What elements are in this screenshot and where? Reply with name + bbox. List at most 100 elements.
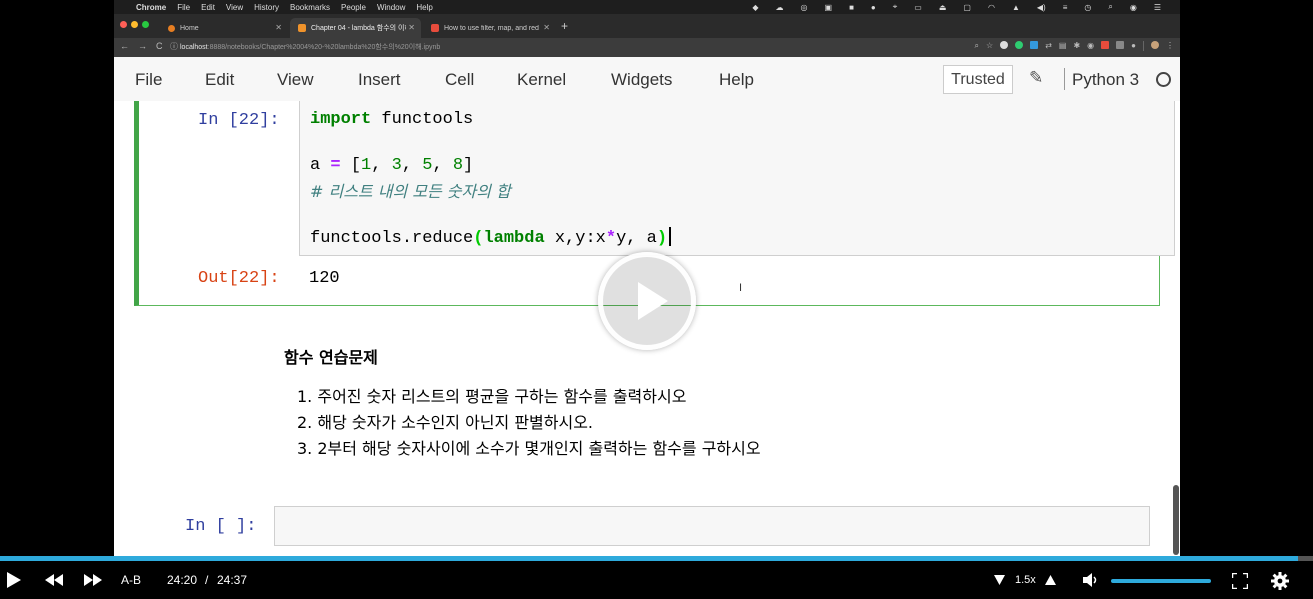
clipboard-icon[interactable]: ▣	[825, 3, 833, 12]
number: 1	[361, 156, 372, 175]
menubar-item-window[interactable]: Window	[377, 3, 405, 12]
url-host: localhost	[180, 44, 208, 51]
menu-widgets[interactable]: Widgets	[611, 70, 672, 90]
maximize-window-icon[interactable]	[142, 21, 149, 28]
extension-icon[interactable]	[1015, 41, 1024, 49]
trusted-button[interactable]: Trusted	[943, 65, 1013, 94]
notification-icon[interactable]: ☰	[1154, 3, 1161, 12]
caret-up-icon[interactable]	[1045, 575, 1056, 585]
tab-home[interactable]: Home ✕	[160, 18, 288, 38]
volume-icon[interactable]	[1083, 573, 1099, 587]
pencil-icon[interactable]: ✎	[1029, 68, 1043, 88]
bookmark-star-icon[interactable]: ☆	[986, 41, 993, 51]
caret-down-icon[interactable]	[994, 575, 1005, 585]
extension-icon[interactable]	[1030, 41, 1039, 49]
sync-icon[interactable]: ◎	[801, 3, 808, 12]
app-icon[interactable]: ■	[849, 3, 854, 12]
display-icon[interactable]: ▢	[963, 3, 971, 12]
function-call: functools.reduce	[310, 229, 474, 248]
status-icons: ◆ ☁ ◎ ▣ ■ ● ⌖ ▭ ⏏ ▢ ◠ ▲ ◀) ≡ ◷ ⌕ ◉ ☰	[752, 0, 1172, 14]
rewind-icon[interactable]	[45, 574, 63, 586]
tab-title: Home	[180, 24, 199, 32]
menu-kernel[interactable]: Kernel	[517, 70, 566, 90]
list-item: 1. 주어진 숫자 리스트의 평균을 구하는 함수를 출력하시오	[297, 387, 687, 406]
close-window-icon[interactable]	[120, 21, 127, 28]
close-icon[interactable]: ✕	[275, 23, 282, 32]
module-name: functools	[371, 110, 474, 129]
extension-icon[interactable]: ✱	[1073, 41, 1080, 51]
user-icon[interactable]: ◉	[1130, 3, 1137, 12]
profile-avatar-icon[interactable]	[1151, 41, 1159, 49]
menubar-item-people[interactable]: People	[341, 3, 366, 12]
dropbox-icon[interactable]: ◆	[752, 3, 758, 12]
video-controls: A-B 24:20 / 24:37 1.5x	[0, 561, 1313, 599]
play-icon[interactable]	[6, 571, 22, 589]
menu-cell[interactable]: Cell	[445, 70, 474, 90]
code-editor[interactable]: import functools a = [1, 3, 5, 8] # 리스트 …	[299, 101, 1175, 256]
reload-icon[interactable]: C	[156, 41, 163, 51]
menu-help[interactable]: Help	[719, 70, 754, 90]
airplay-icon[interactable]: ▲	[1012, 3, 1020, 12]
spotlight-icon[interactable]: ⌕	[1108, 2, 1112, 12]
fast-forward-icon[interactable]	[84, 574, 102, 586]
cloud-icon[interactable]: ☁	[776, 3, 784, 12]
markdown-heading: 함수 연습문제	[284, 348, 378, 367]
menu-file[interactable]: File	[135, 70, 162, 90]
volume-icon[interactable]: ◀)	[1037, 3, 1046, 12]
menu-view[interactable]: View	[277, 70, 314, 90]
bluetooth-icon[interactable]: ⌖	[893, 2, 898, 12]
extension-icon[interactable]	[1101, 41, 1110, 49]
keyword-import: import	[310, 110, 372, 129]
play-overlay-button[interactable]	[598, 252, 696, 350]
back-icon[interactable]: ←	[120, 41, 129, 51]
menubar-item-edit[interactable]: Edit	[201, 3, 215, 12]
tab-filter-map-reduce[interactable]: How to use filter, map, and red ✕	[423, 18, 556, 38]
tab-title: Chapter 04 - lambda 함수의 이해	[311, 25, 406, 32]
menubar-item-history[interactable]: History	[254, 3, 279, 12]
extension-icon[interactable]: ⇄	[1045, 41, 1052, 51]
menu-edit[interactable]: Edit	[205, 70, 234, 90]
menubar-item-help[interactable]: Help	[416, 3, 432, 12]
menubar-item-chrome[interactable]: Chrome	[136, 3, 166, 12]
zoom-icon[interactable]: ⌕	[975, 41, 979, 51]
list-item: 2. 해당 숫자가 소수인지 아닌지 판별하시오.	[297, 413, 594, 432]
kernel-idle-icon	[1156, 72, 1171, 87]
close-icon[interactable]: ✕	[408, 23, 415, 32]
extension-icon[interactable]	[1116, 41, 1125, 49]
bracket-open: [	[340, 156, 362, 175]
empty-code-editor[interactable]	[274, 506, 1150, 546]
volume-slider[interactable]	[1111, 579, 1211, 583]
tab-chapter04[interactable]: Chapter 04 - lambda 함수의 이해 ✕	[290, 18, 421, 38]
more-menu-icon[interactable]: ⋮	[1166, 41, 1174, 51]
paren-open: (	[473, 229, 484, 248]
eject-icon[interactable]: ⏏	[939, 3, 947, 12]
playback-speed[interactable]: 1.5x	[1015, 574, 1036, 586]
forward-icon[interactable]: →	[138, 41, 147, 51]
kernel-name[interactable]: Python 3	[1072, 70, 1139, 90]
fullscreen-icon[interactable]	[1232, 573, 1248, 589]
menubar-item-view[interactable]: View	[226, 3, 243, 12]
menu-insert[interactable]: Insert	[358, 70, 401, 90]
extension-icon[interactable]: ◉	[1087, 41, 1094, 51]
bracket-close: ]	[463, 156, 474, 175]
page-scrollbar[interactable]	[1173, 485, 1179, 555]
extension-icon[interactable]: ●	[1131, 41, 1136, 51]
info-icon[interactable]: ⓘ	[170, 41, 178, 52]
menubar-item-file[interactable]: File	[177, 3, 190, 12]
battery-icon[interactable]: ▭	[914, 3, 922, 12]
flag-icon[interactable]: ≡	[1063, 3, 1068, 12]
new-tab-icon[interactable]: +	[561, 19, 568, 33]
menubar-item-bookmarks[interactable]: Bookmarks	[290, 3, 330, 12]
settings-gear-icon[interactable]	[1271, 572, 1289, 590]
record-icon[interactable]: ●	[871, 3, 876, 12]
extension-icon[interactable]: ▤	[1059, 41, 1067, 51]
ab-repeat-button[interactable]: A-B	[121, 573, 141, 587]
output-value: 120	[309, 269, 340, 288]
minimize-window-icon[interactable]	[131, 21, 138, 28]
close-icon[interactable]: ✕	[543, 23, 550, 32]
url-field[interactable]: localhost:8888/notebooks/Chapter%2004%20…	[180, 42, 440, 52]
clock-icon[interactable]: ◷	[1084, 3, 1091, 12]
toolbar-divider	[1143, 41, 1144, 51]
wifi-icon[interactable]: ◠	[988, 3, 995, 12]
extension-icon[interactable]	[1000, 41, 1009, 49]
